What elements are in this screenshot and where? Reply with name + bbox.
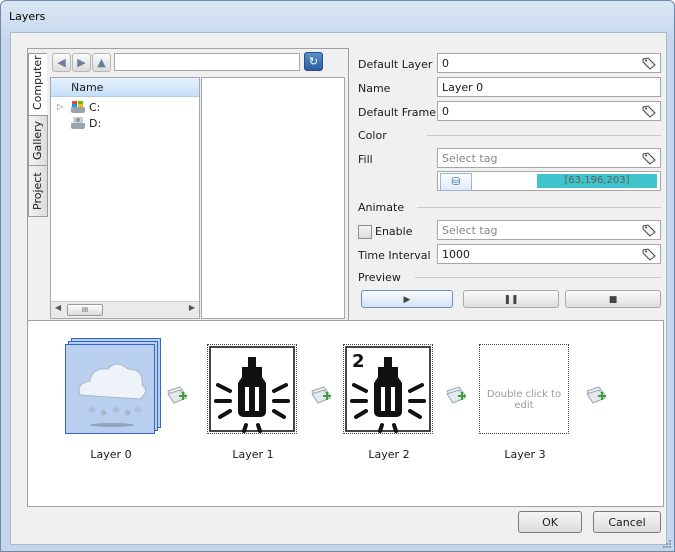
resource-browser: Computer Gallery Project ◀ ▶ ▲ ↻ Name ^ … — [27, 48, 349, 322]
expand-arrow-icon[interactable]: ▷ — [57, 102, 63, 111]
layer-placeholder-text: Double click to edit — [486, 389, 562, 411]
time-interval-field[interactable]: 1000 — [437, 244, 661, 264]
tree-item-label: D: — [89, 117, 102, 130]
play-button[interactable]: ▶ — [361, 290, 453, 308]
animate-section-divider — [417, 207, 661, 208]
layer-label-1: Layer 1 — [232, 448, 274, 461]
pause-icon: ❚❚ — [503, 295, 519, 305]
animate-section-label: Animate — [358, 201, 405, 214]
sort-ascending-icon: ^ — [71, 81, 78, 90]
up-button[interactable]: ▲ — [92, 53, 111, 72]
layer-label-2: Layer 2 — [368, 448, 410, 461]
tab-gallery[interactable]: Gallery — [28, 115, 48, 167]
pause-button[interactable]: ❚❚ — [463, 290, 559, 308]
svg-text:✻: ✻ — [88, 406, 96, 416]
file-list[interactable] — [201, 77, 345, 319]
tree-header-name[interactable]: Name ^ — [51, 78, 199, 97]
name-label: Name — [358, 82, 391, 95]
dialog-client: Computer Gallery Project ◀ ▶ ▲ ↻ Name ^ … — [10, 32, 667, 545]
scroll-left-icon[interactable]: ◀ — [55, 303, 61, 312]
refresh-button[interactable]: ↻ — [304, 52, 323, 71]
preview-section-label: Preview — [358, 271, 401, 284]
tab-gallery-label: Gallery — [31, 120, 44, 160]
layer-frame: ✻ ◆ ✻ ◆ ✻ — [65, 344, 155, 434]
add-layer-icon[interactable] — [166, 383, 188, 405]
default-frame-label: Default Frame — [358, 106, 436, 119]
fill-label: Fill — [358, 153, 373, 166]
path-input[interactable] — [114, 53, 300, 71]
lamp-light-icon: 2 — [345, 346, 431, 433]
layer-frame: Double click to edit — [479, 344, 569, 434]
tag-select-icon[interactable] — [642, 57, 656, 70]
scroll-thumb[interactable]: III — [67, 304, 103, 316]
forward-button[interactable]: ▶ — [72, 53, 91, 72]
layer-label-0: Layer 0 — [90, 448, 132, 461]
back-button[interactable]: ◀ — [52, 53, 71, 72]
default-frame-field[interactable]: 0 — [437, 101, 661, 121]
name-field[interactable]: Layer 0 — [437, 77, 661, 97]
fill-tag-field[interactable]: Select tag — [437, 148, 661, 168]
arrow-right-icon: ▶ — [77, 56, 86, 69]
arrow-up-icon: ▲ — [97, 56, 106, 69]
layer-thumbnail-0[interactable]: ✻ ◆ ✻ ◆ ✻ — [65, 338, 161, 436]
svg-text:◆: ◆ — [100, 408, 107, 418]
cancel-button[interactable]: Cancel — [593, 511, 661, 533]
add-layer-icon[interactable] — [585, 383, 607, 405]
svg-text:✻: ✻ — [134, 406, 142, 416]
layer-frame: 2 — [343, 344, 433, 434]
drive-windows-icon — [71, 101, 85, 113]
layer-thumbnail-3[interactable]: Double click to edit — [479, 344, 571, 436]
title-bar[interactable]: Layers — [1, 1, 674, 31]
tab-computer-label: Computer — [31, 55, 44, 110]
drive-icon — [71, 117, 85, 129]
layer-badge: 2 — [352, 351, 365, 372]
default-layer-field[interactable]: 0 — [437, 53, 661, 73]
layer-label-3: Layer 3 — [504, 448, 546, 461]
layer-thumbnail-1[interactable] — [207, 344, 299, 436]
lamp-light-icon — [209, 346, 295, 433]
preview-section-divider — [415, 277, 661, 278]
time-interval-label: Time Interval — [358, 249, 431, 262]
tag-select-icon[interactable] — [642, 248, 656, 261]
tree-horizontal-scrollbar[interactable]: ◀ III ▶ — [51, 301, 199, 318]
ok-button[interactable]: OK — [518, 511, 582, 533]
arrow-left-icon: ◀ — [57, 56, 66, 69]
play-icon: ▶ — [403, 295, 411, 305]
paint-bucket-icon[interactable]: ⛁ — [440, 173, 472, 191]
layer-frame — [207, 344, 297, 434]
add-layer-icon[interactable] — [310, 383, 332, 405]
tag-select-icon[interactable] — [642, 224, 656, 237]
snow-cloud-icon: ✻ ◆ ✻ ◆ ✻ — [78, 363, 146, 427]
window-title: Layers — [9, 10, 46, 23]
add-layer-icon[interactable] — [445, 383, 467, 405]
color-section-label: Color — [358, 129, 387, 142]
color-section-divider — [427, 135, 661, 136]
tab-project[interactable]: Project — [28, 165, 48, 217]
stop-button[interactable]: ■ — [565, 290, 661, 308]
stop-icon: ■ — [608, 295, 618, 305]
layers-strip[interactable]: ✻ ◆ ✻ ◆ ✻ Layer 0 Layer 1 2 Layer 2 Doub… — [27, 320, 664, 507]
resize-grip-icon[interactable] — [662, 539, 672, 549]
layer-thumbnail-2[interactable]: 2 — [343, 344, 435, 436]
enable-label: Enable — [375, 225, 413, 238]
default-layer-label: Default Layer — [358, 58, 433, 71]
svg-text:✻: ✻ — [112, 406, 120, 416]
layers-dialog: Layers Computer Gallery Project ◀ ▶ ▲ ↻ … — [0, 0, 675, 552]
enable-checkbox[interactable] — [358, 225, 372, 239]
svg-text:◆: ◆ — [124, 408, 131, 418]
tab-project-label: Project — [31, 172, 44, 210]
tag-select-icon[interactable] — [642, 152, 656, 165]
enable-tag-field[interactable]: Select tag — [437, 220, 661, 240]
scroll-right-icon[interactable]: ▶ — [189, 303, 195, 312]
folder-tree[interactable]: Name ^ ▷ C: D: ◀ III ▶ — [50, 77, 200, 319]
tag-select-icon[interactable] — [642, 105, 656, 118]
refresh-icon: ↻ — [308, 55, 319, 68]
fill-color-picker[interactable]: ⛁ [63,196,203] — [437, 171, 661, 191]
tab-computer[interactable]: Computer — [28, 53, 47, 117]
tree-item-label: C: — [89, 101, 101, 114]
fill-color-swatch[interactable]: [63,196,203] — [537, 174, 657, 188]
